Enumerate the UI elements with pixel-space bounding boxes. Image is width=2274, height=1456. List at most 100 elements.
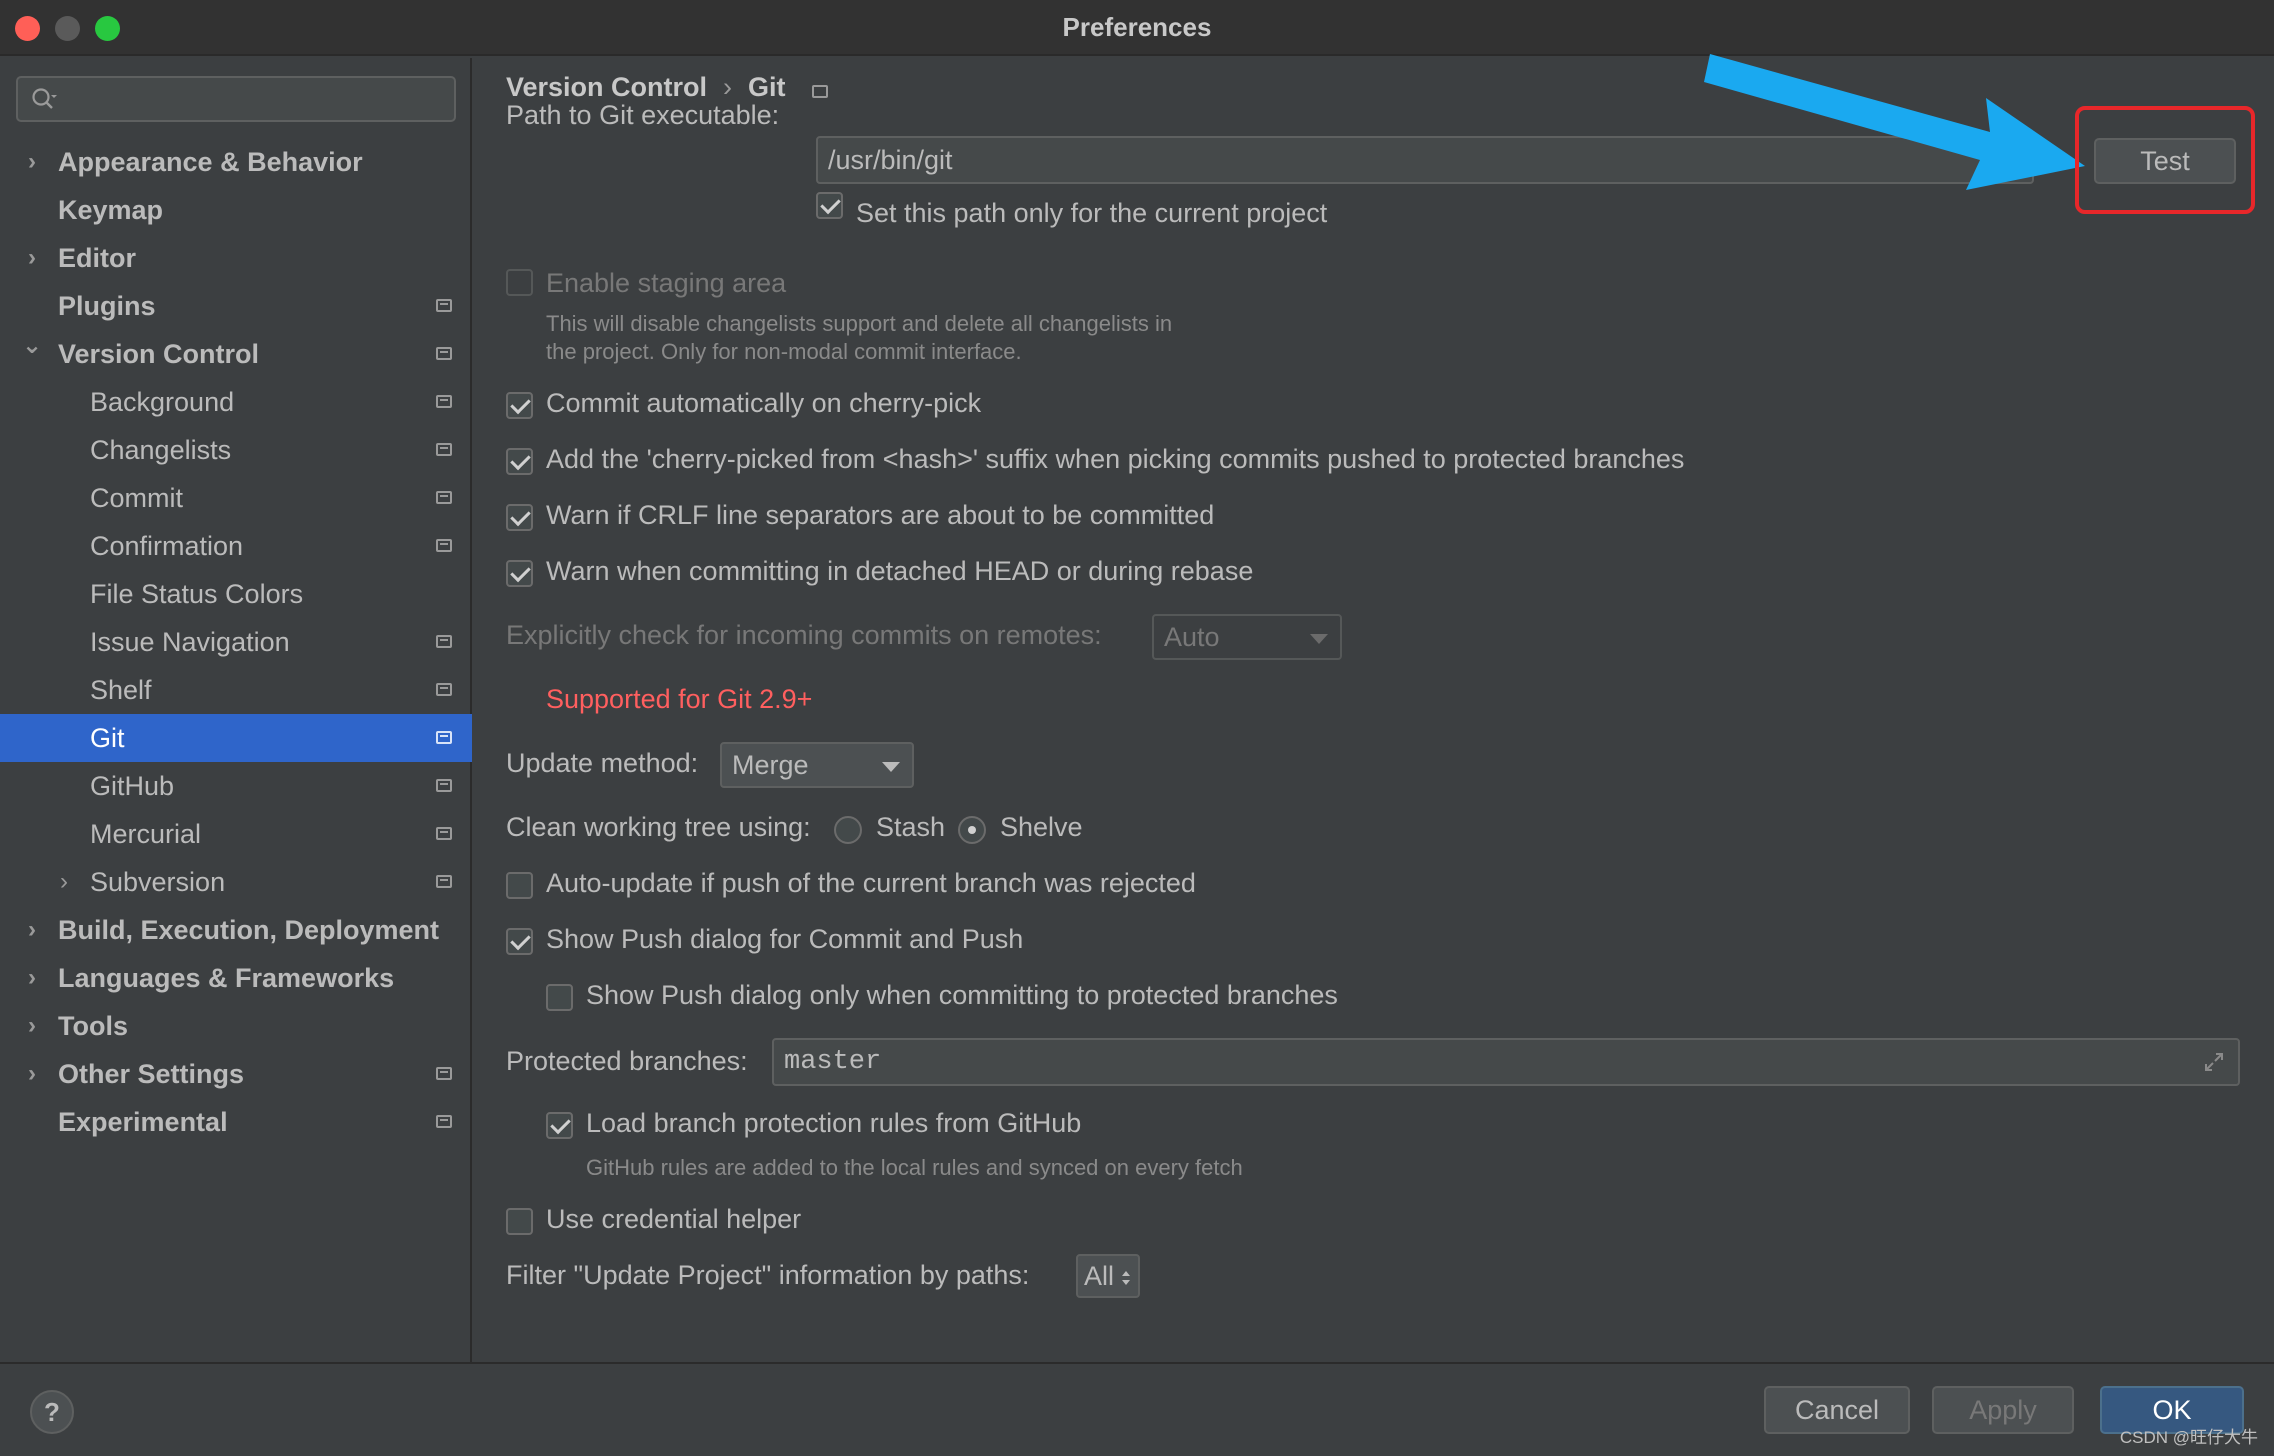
sidebar-item-label: Experimental [58, 1107, 228, 1137]
crlf-warning-checkbox[interactable] [506, 504, 533, 531]
settings-search-input[interactable] [16, 76, 456, 122]
chevron-right-icon[interactable]: › [22, 1050, 42, 1098]
protected-branches-input[interactable]: master [772, 1038, 2240, 1086]
breadcrumb-parent[interactable]: Version Control [506, 72, 707, 102]
sidebar-item-keymap[interactable]: Keymap [0, 186, 472, 234]
sidebar-item-languages-frameworks[interactable]: › Languages & Frameworks [0, 954, 472, 1002]
git-path-label: Path to Git executable: [506, 100, 780, 130]
chevron-right-icon[interactable]: › [54, 858, 74, 906]
stash-label: Stash [876, 812, 946, 842]
project-scope-icon [436, 491, 452, 504]
protected-branches-label: Protected branches: [506, 1046, 748, 1076]
project-scope-icon [436, 779, 452, 792]
sidebar-item-label: Build, Execution, Deployment [58, 915, 440, 945]
sidebar-item-tools[interactable]: › Tools [0, 1002, 472, 1050]
chevron-right-icon[interactable]: › [22, 1002, 42, 1050]
load-protection-rules-hint: GitHub rules are added to the local rule… [586, 1155, 1243, 1180]
project-scope-icon [436, 1067, 452, 1080]
update-method-select[interactable]: Merge [720, 742, 914, 788]
chevron-down-icon [1310, 634, 1328, 644]
filter-paths-select[interactable]: All [1076, 1254, 1140, 1298]
sidebar-item-experimental[interactable]: Experimental [0, 1098, 472, 1146]
sidebar-item-other-settings[interactable]: › Other Settings [0, 1050, 472, 1098]
cherry-pick-suffix-checkbox[interactable] [506, 448, 533, 475]
chevron-right-icon[interactable]: › [22, 234, 42, 282]
load-protection-rules-label: Load branch protection rules from GitHub [586, 1108, 1082, 1138]
shelve-radio[interactable] [958, 816, 986, 844]
sidebar-item-plugins[interactable]: Plugins [0, 282, 472, 330]
sidebar-item-label: Shelf [90, 675, 152, 705]
show-push-dialog-checkbox[interactable] [506, 928, 533, 955]
sidebar-item-file-status-colors[interactable]: File Status Colors [0, 570, 472, 618]
window-title: Preferences [1062, 12, 1212, 42]
search-icon [32, 88, 57, 109]
git-path-value: /usr/bin/git [828, 145, 953, 175]
sidebar-item-label: Tools [58, 1011, 128, 1041]
project-scope-icon [436, 299, 452, 312]
path-current-project-label: Set this path only for the current proje… [856, 198, 1328, 228]
annotation-highlight-box [2075, 106, 2255, 214]
sidebar-item-confirmation[interactable]: Confirmation [0, 522, 472, 570]
sidebar-item-changelists[interactable]: Changelists [0, 426, 472, 474]
project-scope-icon [436, 875, 452, 888]
sidebar-item-commit[interactable]: Commit [0, 474, 472, 522]
sidebar-item-subversion[interactable]: › Subversion [0, 858, 472, 906]
breadcrumb: Version Control › Git [506, 72, 828, 103]
load-protection-rules-checkbox[interactable] [546, 1112, 573, 1139]
sidebar-item-label: Background [90, 387, 235, 417]
auto-update-checkbox[interactable] [506, 872, 533, 899]
sidebar-item-label: Editor [58, 243, 136, 273]
cancel-button[interactable]: Cancel [1764, 1386, 1910, 1434]
sidebar-item-version-control[interactable]: ⌄ Version Control [0, 330, 472, 378]
sidebar-item-appearance-behavior[interactable]: › Appearance & Behavior [0, 138, 472, 186]
sidebar-item-background[interactable]: Background [0, 378, 472, 426]
staging-hint-line-2: the project. Only for non-modal commit i… [546, 339, 1022, 364]
project-scope-icon [811, 85, 828, 98]
sidebar-item-git[interactable]: Git [0, 714, 472, 762]
watermark: CSDN @旺仔大牛 [2119, 1428, 2258, 1447]
expand-icon[interactable] [2202, 1050, 2226, 1074]
project-scope-icon [436, 731, 452, 744]
help-button[interactable]: ? [30, 1390, 74, 1434]
breadcrumb-separator: › [723, 72, 733, 102]
sidebar-item-label: Appearance & Behavior [58, 147, 363, 177]
apply-button[interactable]: Apply [1932, 1386, 2074, 1434]
project-scope-icon [436, 635, 452, 648]
detached-head-warning-label: Warn when committing in detached HEAD or… [546, 556, 1254, 586]
stash-radio[interactable] [834, 816, 862, 844]
project-scope-icon [436, 347, 452, 360]
sidebar-item-label: Version Control [58, 339, 260, 369]
incoming-commits-error: Supported for Git 2.9+ [546, 684, 813, 714]
staging-area-checkbox[interactable] [506, 269, 533, 296]
settings-tree: › Appearance & Behavior Keymap › Editor Plugi… [0, 138, 472, 1146]
chevron-right-icon[interactable]: › [22, 906, 42, 954]
sidebar-item-mercurial[interactable]: Mercurial [0, 810, 472, 858]
project-scope-icon [436, 683, 452, 696]
sidebar-item-build-execution-deployment[interactable]: › Build, Execution, Deployment [0, 906, 472, 954]
credential-helper-checkbox[interactable] [506, 1208, 533, 1235]
sidebar-item-label: Changelists [90, 435, 232, 465]
filter-paths-label: Filter "Update Project" information by p… [506, 1260, 1030, 1290]
sidebar-item-github[interactable]: GitHub [0, 762, 472, 810]
sidebar-item-editor[interactable]: › Editor [0, 234, 472, 282]
sidebar-item-label: GitHub [90, 771, 175, 801]
up-down-arrows-icon [1122, 1271, 1130, 1285]
project-scope-icon [436, 395, 452, 408]
protected-branches-value: master [784, 1047, 882, 1077]
sidebar-item-issue-navigation[interactable]: Issue Navigation [0, 618, 472, 666]
sidebar-item-shelf[interactable]: Shelf [0, 666, 472, 714]
show-push-dialog-label: Show Push dialog for Commit and Push [546, 924, 1024, 954]
detached-head-warning-checkbox[interactable] [506, 560, 533, 587]
dialog-footer: ? Cancel Apply OK CSDN @旺仔大牛 [0, 1362, 2274, 1456]
auto-update-label: Auto-update if push of the current branc… [546, 868, 1196, 898]
chevron-down-icon[interactable]: ⌄ [22, 322, 42, 370]
cherry-pick-auto-checkbox[interactable] [506, 392, 533, 419]
chevron-right-icon[interactable]: › [22, 954, 42, 1002]
incoming-commits-label: Explicitly check for incoming commits on… [506, 620, 1102, 650]
cherry-pick-auto-label: Commit automatically on cherry-pick [546, 388, 982, 418]
shelve-label: Shelve [1000, 812, 1083, 842]
incoming-commits-select[interactable]: Auto [1152, 614, 1342, 660]
show-push-protected-checkbox[interactable] [546, 984, 573, 1011]
path-current-project-checkbox[interactable] [816, 192, 843, 219]
chevron-right-icon[interactable]: › [22, 138, 42, 186]
